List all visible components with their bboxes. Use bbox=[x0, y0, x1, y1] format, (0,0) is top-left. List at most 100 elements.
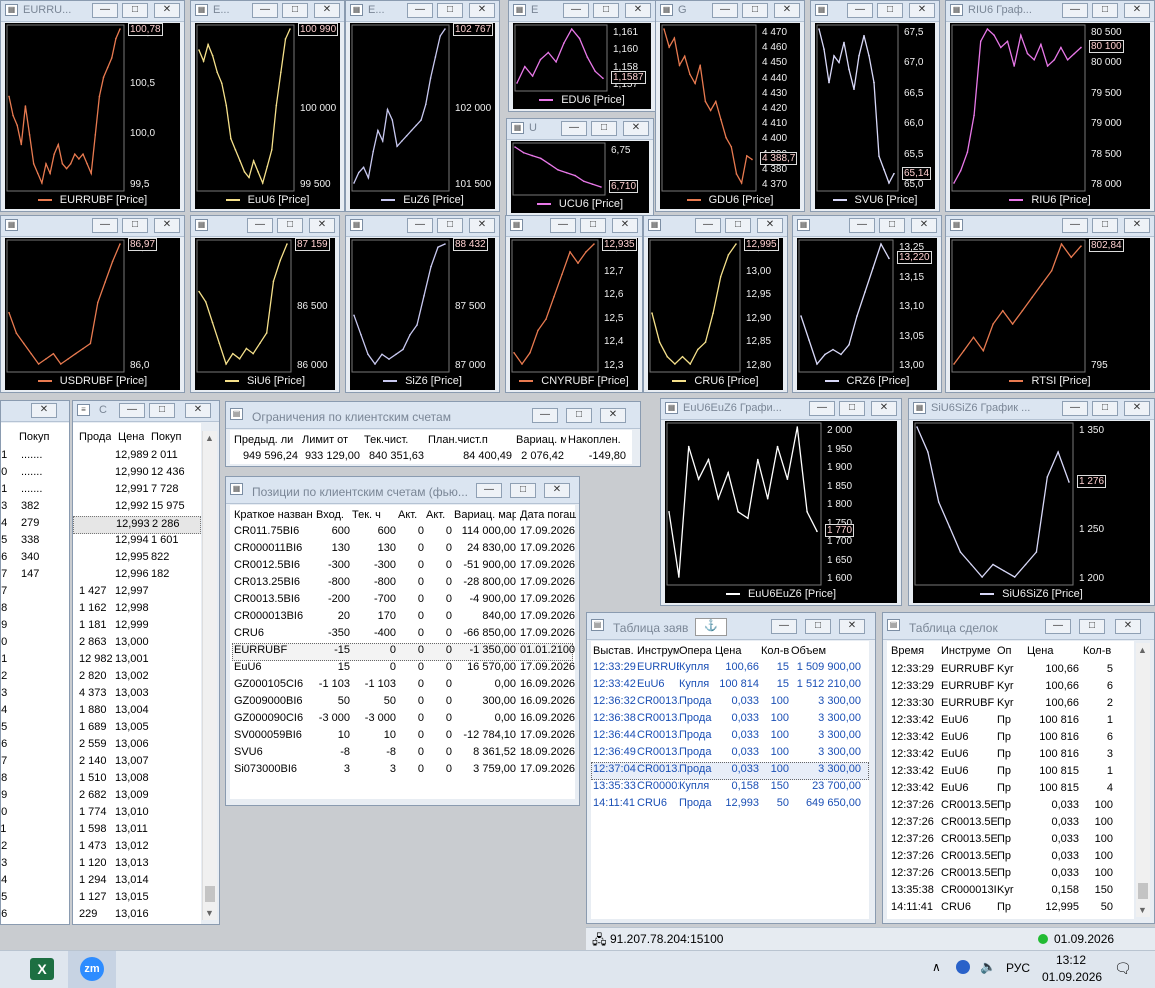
position-cell[interactable]: 17.09.2026 bbox=[520, 576, 576, 588]
chart-titlebar[interactable]: ▦ SiU6SiZ6 График ... — □ ✕ bbox=[909, 399, 1154, 420]
order-cell[interactable]: 12,993 bbox=[715, 797, 759, 809]
order-cell[interactable]: 100 bbox=[761, 712, 789, 724]
limits-column-header[interactable]: Лимит от bbox=[302, 434, 362, 446]
deal-cell[interactable]: CR0013.5E bbox=[941, 833, 997, 845]
chart-plot-area[interactable]: 13,25 13,15 13,10 13,05 13,00 13,220 CRZ6 [Pri… bbox=[797, 238, 937, 390]
column-header-buy[interactable]: Покуп bbox=[19, 431, 49, 443]
deal-cell[interactable]: 100 bbox=[1083, 816, 1113, 828]
limits-value-cell[interactable]: 949 596,24 bbox=[234, 450, 298, 462]
scroll-thumb[interactable] bbox=[1138, 883, 1148, 899]
orders-column-header[interactable]: Инструм bbox=[637, 645, 679, 657]
close-button[interactable]: ✕ bbox=[839, 619, 865, 634]
order-cell[interactable]: 12:33:42 bbox=[593, 678, 637, 690]
position-cell[interactable]: -700 bbox=[352, 593, 396, 605]
close-button[interactable]: ✕ bbox=[1115, 619, 1141, 634]
deal-cell[interactable]: Пр bbox=[997, 731, 1025, 743]
position-cell[interactable]: 0 bbox=[426, 712, 452, 724]
price-cell[interactable]: 91 bbox=[1, 483, 7, 495]
order-cell[interactable]: Прода bbox=[679, 763, 715, 775]
order-cell[interactable]: 12:37:04 bbox=[593, 763, 637, 775]
orders-column-header[interactable]: Опера bbox=[679, 645, 715, 657]
maximize-button[interactable]: □ bbox=[877, 3, 903, 18]
sell-qty-cell[interactable]: 2 559 bbox=[79, 738, 107, 750]
deal-cell[interactable]: 0,033 bbox=[1027, 850, 1079, 862]
chart-plot-area[interactable]: 800795802,84RTSI [Price] bbox=[950, 238, 1150, 390]
position-cell[interactable]: 0 bbox=[398, 525, 424, 537]
orderbook-row[interactable]: 1 473 13,012 bbox=[73, 839, 201, 855]
orderbook-row[interactable]: 12 982 13,001 bbox=[73, 652, 201, 668]
position-cell[interactable]: 300,00 bbox=[454, 695, 516, 707]
maximize-button[interactable]: □ bbox=[277, 218, 303, 233]
deal-cell[interactable]: 3 bbox=[1083, 748, 1113, 760]
orders-column-header[interactable]: Объем bbox=[791, 645, 861, 657]
chart-window-c8[interactable]: ▦ RIU6 Граф... — □ ✕ 80 500 80 000 79 500 79 000… bbox=[945, 0, 1155, 212]
minimize-button[interactable]: — bbox=[247, 218, 273, 233]
chart-plot-area[interactable]: 12,812,712,612,512,412,312,935CNYRUBF [P… bbox=[510, 238, 638, 390]
close-button[interactable]: ✕ bbox=[911, 218, 937, 233]
positions-grid[interactable]: Краткое назван Вход. Тек. ч Акт. Акт. Вариац.… bbox=[230, 505, 576, 799]
position-cell[interactable]: Si073000BI6 bbox=[234, 763, 314, 775]
deal-cell[interactable]: 0,033 bbox=[1027, 799, 1079, 811]
column-header-price[interactable]: Цена bbox=[118, 431, 144, 443]
buy-qty-cell[interactable]: 147 bbox=[21, 568, 39, 580]
limits-column-header[interactable]: Предыд. ли bbox=[234, 434, 300, 446]
position-cell[interactable]: -300 bbox=[352, 559, 396, 571]
deal-cell[interactable]: 100 816 bbox=[1027, 714, 1079, 726]
order-cell[interactable]: 1 512 210,00 bbox=[791, 678, 861, 690]
order-cell[interactable]: 0,158 bbox=[715, 780, 759, 792]
deal-cell[interactable]: EuU6 bbox=[941, 748, 997, 760]
sell-qty-cell[interactable]: 1 127 bbox=[79, 891, 107, 903]
order-cell[interactable]: Купля bbox=[679, 780, 715, 792]
price-cell[interactable]: 13,015 bbox=[115, 891, 149, 903]
position-cell[interactable]: 0 bbox=[352, 661, 396, 673]
price-cell[interactable]: 12,989 bbox=[115, 449, 149, 461]
limits-value-cell[interactable]: 840 351,63 bbox=[364, 450, 424, 462]
order-cell[interactable]: Купля bbox=[679, 678, 715, 690]
positions-column-header[interactable]: Краткое назван bbox=[234, 509, 314, 521]
sell-qty-cell[interactable]: 4 373 bbox=[79, 687, 107, 699]
position-cell[interactable]: 0 bbox=[426, 661, 452, 673]
position-cell[interactable]: 17.09.2026 bbox=[520, 763, 576, 775]
deal-cell[interactable]: 12:37:26 bbox=[891, 833, 941, 845]
order-cell[interactable]: 23 700,00 bbox=[791, 780, 861, 792]
sell-qty-cell[interactable]: 2 820 bbox=[79, 670, 107, 682]
position-cell[interactable]: 130 bbox=[316, 542, 350, 554]
deal-cell[interactable]: 6 bbox=[1083, 680, 1113, 692]
deal-cell[interactable]: 2 bbox=[1083, 697, 1113, 709]
chart-plot-area[interactable]: 13,0513,0012,9512,9012,8512,8012,995CRU6… bbox=[648, 238, 783, 390]
maximize-button[interactable]: □ bbox=[591, 121, 617, 136]
position-cell[interactable]: 17.09.2026 bbox=[520, 559, 576, 571]
sell-qty-cell[interactable]: 1 774 bbox=[79, 806, 107, 818]
limits-column-header[interactable]: Тек.чист. bbox=[364, 434, 426, 446]
column-header-sell[interactable]: Прода bbox=[79, 431, 111, 443]
order-cell[interactable]: 100,66 bbox=[715, 661, 759, 673]
position-cell[interactable]: 10 bbox=[316, 729, 350, 741]
position-cell[interactable]: 10 bbox=[352, 729, 396, 741]
close-button[interactable]: ✕ bbox=[31, 403, 57, 418]
deal-cell[interactable]: 12:37:26 bbox=[891, 799, 941, 811]
orderbook-row[interactable]: 1 181 12,999 bbox=[73, 618, 201, 634]
deal-cell[interactable]: 5 bbox=[1083, 663, 1113, 675]
price-cell[interactable]: 00 bbox=[1, 636, 7, 648]
position-cell[interactable]: 16.09.2026 bbox=[520, 678, 576, 690]
price-cell[interactable]: 12,996 bbox=[115, 568, 149, 580]
positions-window[interactable]: ▦ Позиции по клиентским счетам (фью... —… bbox=[225, 476, 580, 806]
price-cell[interactable]: 13,012 bbox=[115, 840, 149, 852]
orderbook-row[interactable]: 2 863 13,000 bbox=[73, 635, 201, 651]
position-cell[interactable]: CR000011BI6 bbox=[234, 542, 314, 554]
vertical-scrollbar[interactable]: ▲ ▼ bbox=[1136, 643, 1150, 917]
orderbook-row[interactable]: 1 427 12,997 bbox=[73, 584, 201, 600]
chart-titlebar[interactable]: ▦ E... — □ ✕ bbox=[346, 1, 499, 22]
position-cell[interactable]: GZ009000BI6 bbox=[234, 695, 314, 707]
price-cell[interactable]: 97 bbox=[1, 585, 7, 597]
limits-window[interactable]: ▤ Ограничения по клиентским счетам — □ ✕… bbox=[225, 401, 641, 467]
chart-window-c3[interactable]: ▦E...—□✕102 500102 000101 500102 767EuZ6… bbox=[345, 0, 500, 212]
deal-cell[interactable]: CR000013I bbox=[941, 884, 997, 896]
limits-titlebar[interactable]: ▤ Ограничения по клиентским счетам — □ ✕ bbox=[226, 402, 640, 429]
orderbook-row[interactable]: 1 598 13,011 bbox=[73, 822, 201, 838]
position-cell[interactable]: -1 350,00 bbox=[454, 644, 516, 656]
deal-cell[interactable]: EuU6 bbox=[941, 782, 997, 794]
deal-cell[interactable]: 100,66 bbox=[1027, 680, 1079, 692]
buy-qty-cell[interactable]: 1 601 bbox=[151, 534, 179, 546]
position-cell[interactable]: -3 000 bbox=[316, 712, 350, 724]
